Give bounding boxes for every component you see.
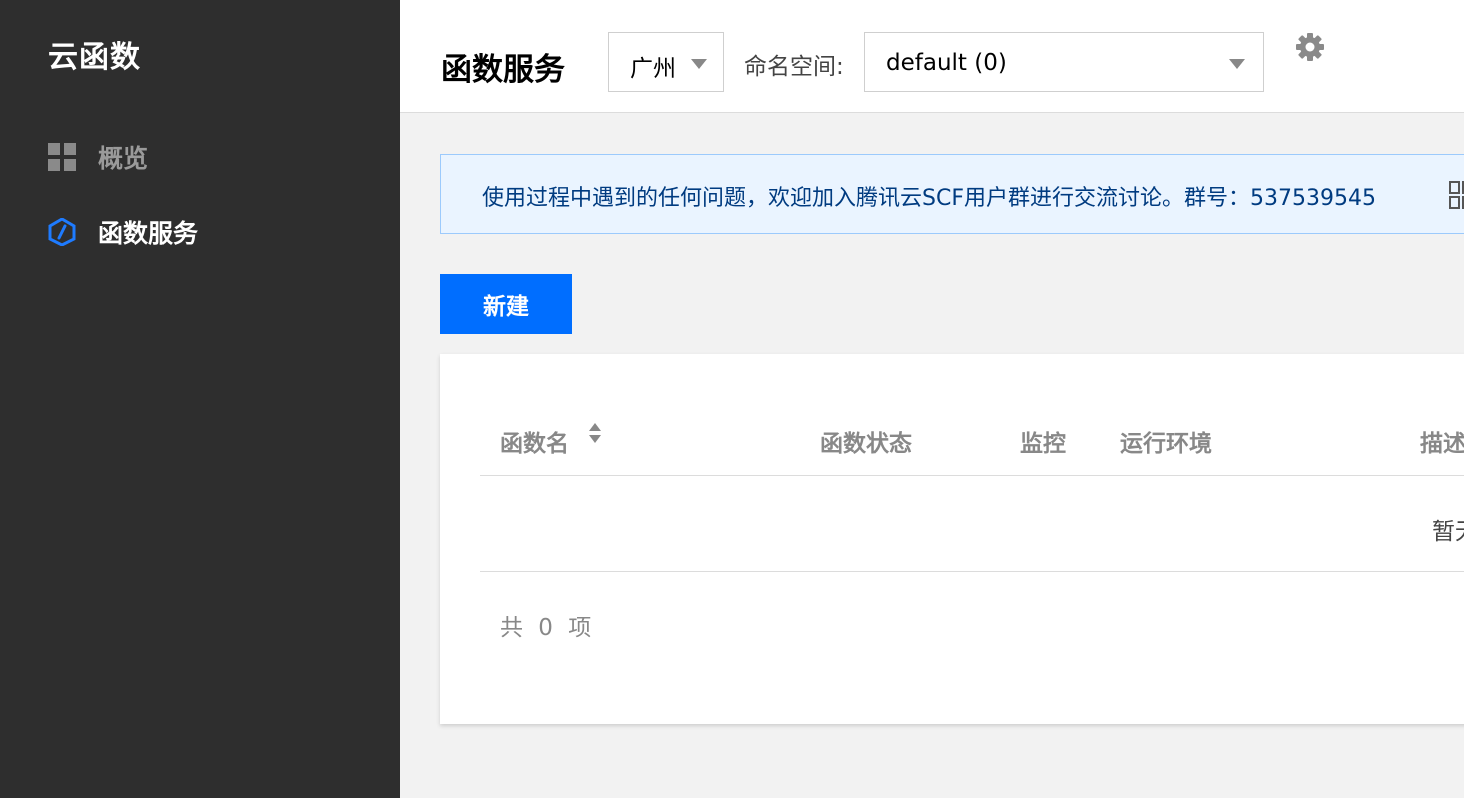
sidebar-item-label: 函数服务 (98, 219, 199, 248)
column-header-description: 描述 (1420, 431, 1464, 457)
column-header-function-name[interactable]: 函数名 (500, 424, 569, 458)
column-header-function-status: 函数状态 (820, 431, 912, 457)
qr-code-icon[interactable] (1449, 181, 1464, 209)
notice-text: 使用过程中遇到的任何问题，欢迎加入腾讯云SCF用户群进行交流讨论。群号：5375… (482, 186, 1376, 211)
namespace-label: 命名空间: (744, 54, 844, 80)
sidebar: 云函数 概览 函数服务 (0, 0, 400, 798)
region-select-value: 广州 (630, 56, 676, 82)
header: 函数服务 广州 命名空间: default (0) (400, 0, 1464, 113)
empty-state-text: 暂无 (1432, 519, 1464, 545)
chevron-down-icon (691, 59, 707, 69)
function-hexagon-icon (48, 218, 76, 246)
column-header-monitoring: 监控 (1020, 431, 1066, 457)
function-table: 函数名 函数状态 监控 运行环境 描述 暂无 共 0 项 (440, 354, 1464, 724)
sidebar-item-functions[interactable]: 函数服务 (0, 202, 400, 262)
gear-icon[interactable] (1295, 32, 1325, 62)
notice-banner: 使用过程中遇到的任何问题，欢迎加入腾讯云SCF用户群进行交流讨论。群号：5375… (440, 154, 1464, 234)
sidebar-title: 云函数 (48, 40, 141, 75)
total-count: 共 0 项 (500, 615, 596, 641)
column-header-runtime: 运行环境 (1120, 431, 1212, 457)
sidebar-item-label: 概览 (98, 144, 149, 173)
namespace-select[interactable]: default (0) (864, 32, 1264, 92)
chevron-down-icon (1229, 59, 1245, 69)
grid-icon (48, 143, 76, 171)
namespace-select-value: default (0) (886, 50, 1007, 76)
region-select[interactable]: 广州 (608, 32, 724, 92)
divider (480, 571, 1464, 572)
sidebar-item-overview[interactable]: 概览 (0, 127, 400, 187)
sort-icon[interactable] (588, 422, 602, 444)
divider (480, 475, 1464, 476)
page-title: 函数服务 (441, 52, 565, 88)
new-function-button[interactable]: 新建 (440, 274, 572, 334)
